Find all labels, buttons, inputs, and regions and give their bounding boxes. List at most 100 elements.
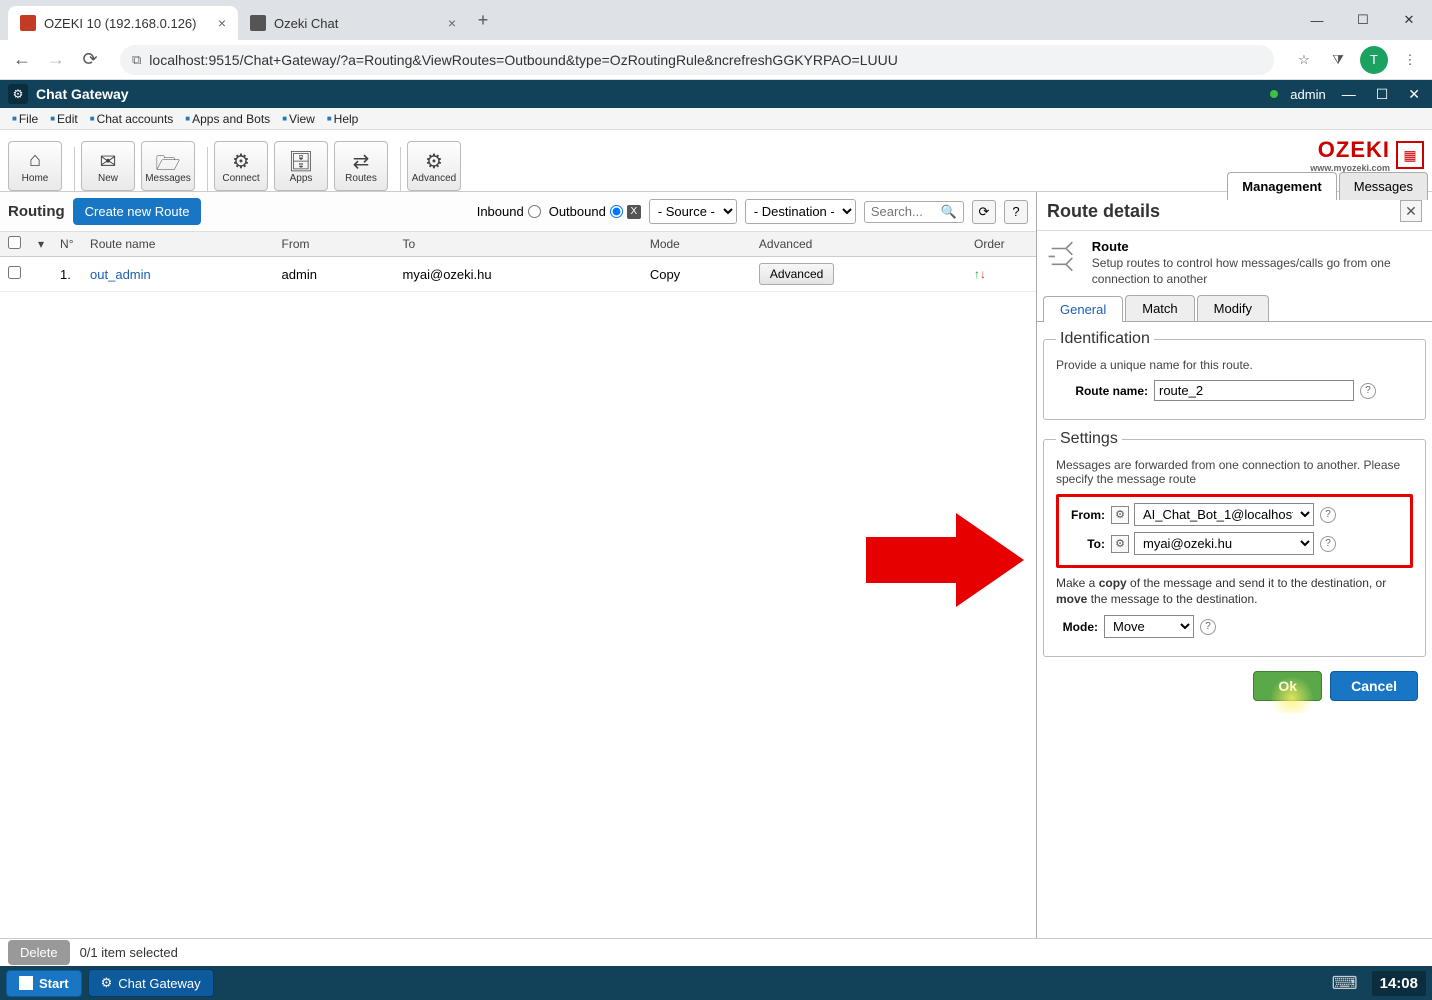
star-icon[interactable]: ☆ [1292,48,1316,72]
maximize-button[interactable]: ☐ [1340,0,1386,40]
to-label: To: [1065,537,1105,551]
address-bar[interactable]: ⧉ localhost:9515/Chat+Gateway/?a=Routing… [120,45,1274,75]
refresh-button[interactable]: ⟳ [972,200,996,224]
identification-hint: Provide a unique name for this route. [1056,358,1413,372]
tab-title: Ozeki Chat [274,16,440,31]
search-icon[interactable]: 🔍 [941,204,957,220]
tab-general[interactable]: General [1043,296,1123,322]
back-button[interactable]: ← [10,48,34,72]
select-all-checkbox[interactable] [8,236,21,249]
menu-icon[interactable]: ⋮ [1398,48,1422,72]
create-route-button[interactable]: Create new Route [73,198,202,225]
menu-apps-bots[interactable]: ■Apps and Bots [181,112,274,126]
side-tab-messages[interactable]: Messages [1339,172,1428,200]
toolbar-apps[interactable]: 🗄Apps [274,141,328,191]
status-dot-icon [1270,90,1278,98]
routes-icon: ⇄ [353,149,370,173]
mode-label: Mode: [1056,620,1098,634]
menu-edit[interactable]: ■Edit [46,112,82,126]
profile-avatar[interactable]: T [1360,46,1388,74]
menu-view[interactable]: ■View [278,112,319,126]
tab-close-icon[interactable]: × [448,15,456,31]
site-info-icon[interactable]: ⧉ [132,52,141,68]
destination-select[interactable]: - Destination - [745,199,856,224]
extensions-icon[interactable]: ⧩ [1326,48,1350,72]
help-icon[interactable]: ? [1200,619,1216,635]
help-button[interactable]: ? [1004,200,1028,224]
help-icon[interactable]: ? [1320,507,1336,523]
delete-button[interactable]: Delete [8,940,70,965]
status-bar: Delete 0/1 item selected [0,938,1432,966]
order-arrows[interactable]: ↑↓ [966,257,1036,292]
route-name-link[interactable]: out_admin [90,267,151,282]
reload-button[interactable]: ⟳ [78,48,102,72]
start-icon [19,976,33,990]
source-select[interactable]: - Source - [649,199,737,224]
row-checkbox[interactable] [8,266,21,279]
toolbar-connect[interactable]: ⚙Connect [214,141,268,191]
expand-header[interactable]: ▾ [30,232,52,257]
search-input[interactable] [871,204,941,219]
minimize-button[interactable]: — [1294,0,1340,40]
menu-bar: ■File ■Edit ■Chat accounts ■Apps and Bot… [0,108,1432,130]
app-minimize-icon[interactable]: — [1338,84,1360,104]
app-title: Chat Gateway [36,86,129,102]
start-button[interactable]: Start [6,970,82,997]
tab-match[interactable]: Match [1125,295,1194,321]
from-select[interactable]: AI_Chat_Bot_1@localhost [1134,503,1314,526]
new-tab-button[interactable]: + [468,10,498,31]
toolbar-messages[interactable]: 🗁Messages [141,141,195,191]
tab-title: OZEKI 10 (192.168.0.126) [44,16,210,31]
route-name-input[interactable] [1154,380,1354,401]
browser-tab[interactable]: Ozeki Chat × [238,6,468,40]
advanced-button[interactable]: Advanced [759,263,834,285]
user-label[interactable]: admin [1290,87,1325,102]
url-text: localhost:9515/Chat+Gateway/?a=Routing&V… [149,52,1262,68]
taskbar-app[interactable]: ⚙ Chat Gateway [88,969,214,997]
right-pane: Route details ✕ Route Setup routes to co… [1037,192,1432,938]
tab-modify[interactable]: Modify [1197,295,1269,321]
browser-tab-active[interactable]: OZEKI 10 (192.168.0.126) × [8,6,238,40]
outbound-radio[interactable]: Outbound X [549,204,641,219]
brand-badge-icon: ▦ [1396,141,1424,169]
home-icon: ⌂ [29,149,41,173]
route-icon [1047,239,1082,283]
tab-close-icon[interactable]: × [218,15,226,31]
to-select[interactable]: myai@ozeki.hu [1134,532,1314,555]
app-header: ⚙ Chat Gateway admin — ☐ ✕ [0,80,1432,108]
app-task-icon: ⚙ [101,975,113,991]
cancel-button[interactable]: Cancel [1330,671,1418,701]
keyboard-icon[interactable]: ⌨ [1332,973,1358,994]
gear-icon: ⚙ [425,149,443,173]
inbound-radio[interactable]: Inbound [477,204,541,219]
from-label: From: [1065,508,1105,522]
close-panel-button[interactable]: ✕ [1400,200,1422,222]
close-window-button[interactable]: ✕ [1386,0,1432,40]
gear-icon[interactable]: ⚙ [1111,535,1129,553]
clock[interactable]: 14:08 [1372,971,1426,996]
search-box[interactable]: 🔍 [864,201,964,223]
new-icon: ✉ [100,149,117,173]
mode-select[interactable]: Move [1104,615,1194,638]
app-maximize-icon[interactable]: ☐ [1372,84,1393,105]
ok-button[interactable]: Ok [1253,671,1322,701]
menu-chat-accounts[interactable]: ■Chat accounts [86,112,178,126]
toolbar-advanced[interactable]: ⚙Advanced [407,141,461,191]
app-close-icon[interactable]: ✕ [1404,84,1424,105]
window-controls: — ☐ ✕ [1294,0,1432,40]
help-icon[interactable]: ? [1320,536,1336,552]
help-icon[interactable]: ? [1360,383,1376,399]
menu-file[interactable]: ■File [8,112,42,126]
menu-help[interactable]: ■Help [323,112,363,126]
routing-title: Routing [8,203,65,220]
route-name-label: Route name: [1056,384,1148,398]
table-row[interactable]: 1. out_admin admin myai@ozeki.hu Copy Ad… [0,257,1036,292]
toolbar-home[interactable]: ⌂Home [8,141,62,191]
forward-button[interactable]: → [44,48,68,72]
side-tab-management[interactable]: Management [1227,172,1336,200]
browser-tabs-row: OZEKI 10 (192.168.0.126) × Ozeki Chat × … [0,0,1432,40]
toolbar-routes[interactable]: ⇄Routes [334,141,388,191]
gear-icon[interactable]: ⚙ [1111,506,1129,524]
toolbar-new[interactable]: ✉New [81,141,135,191]
clear-filter-icon[interactable]: X [627,205,641,219]
